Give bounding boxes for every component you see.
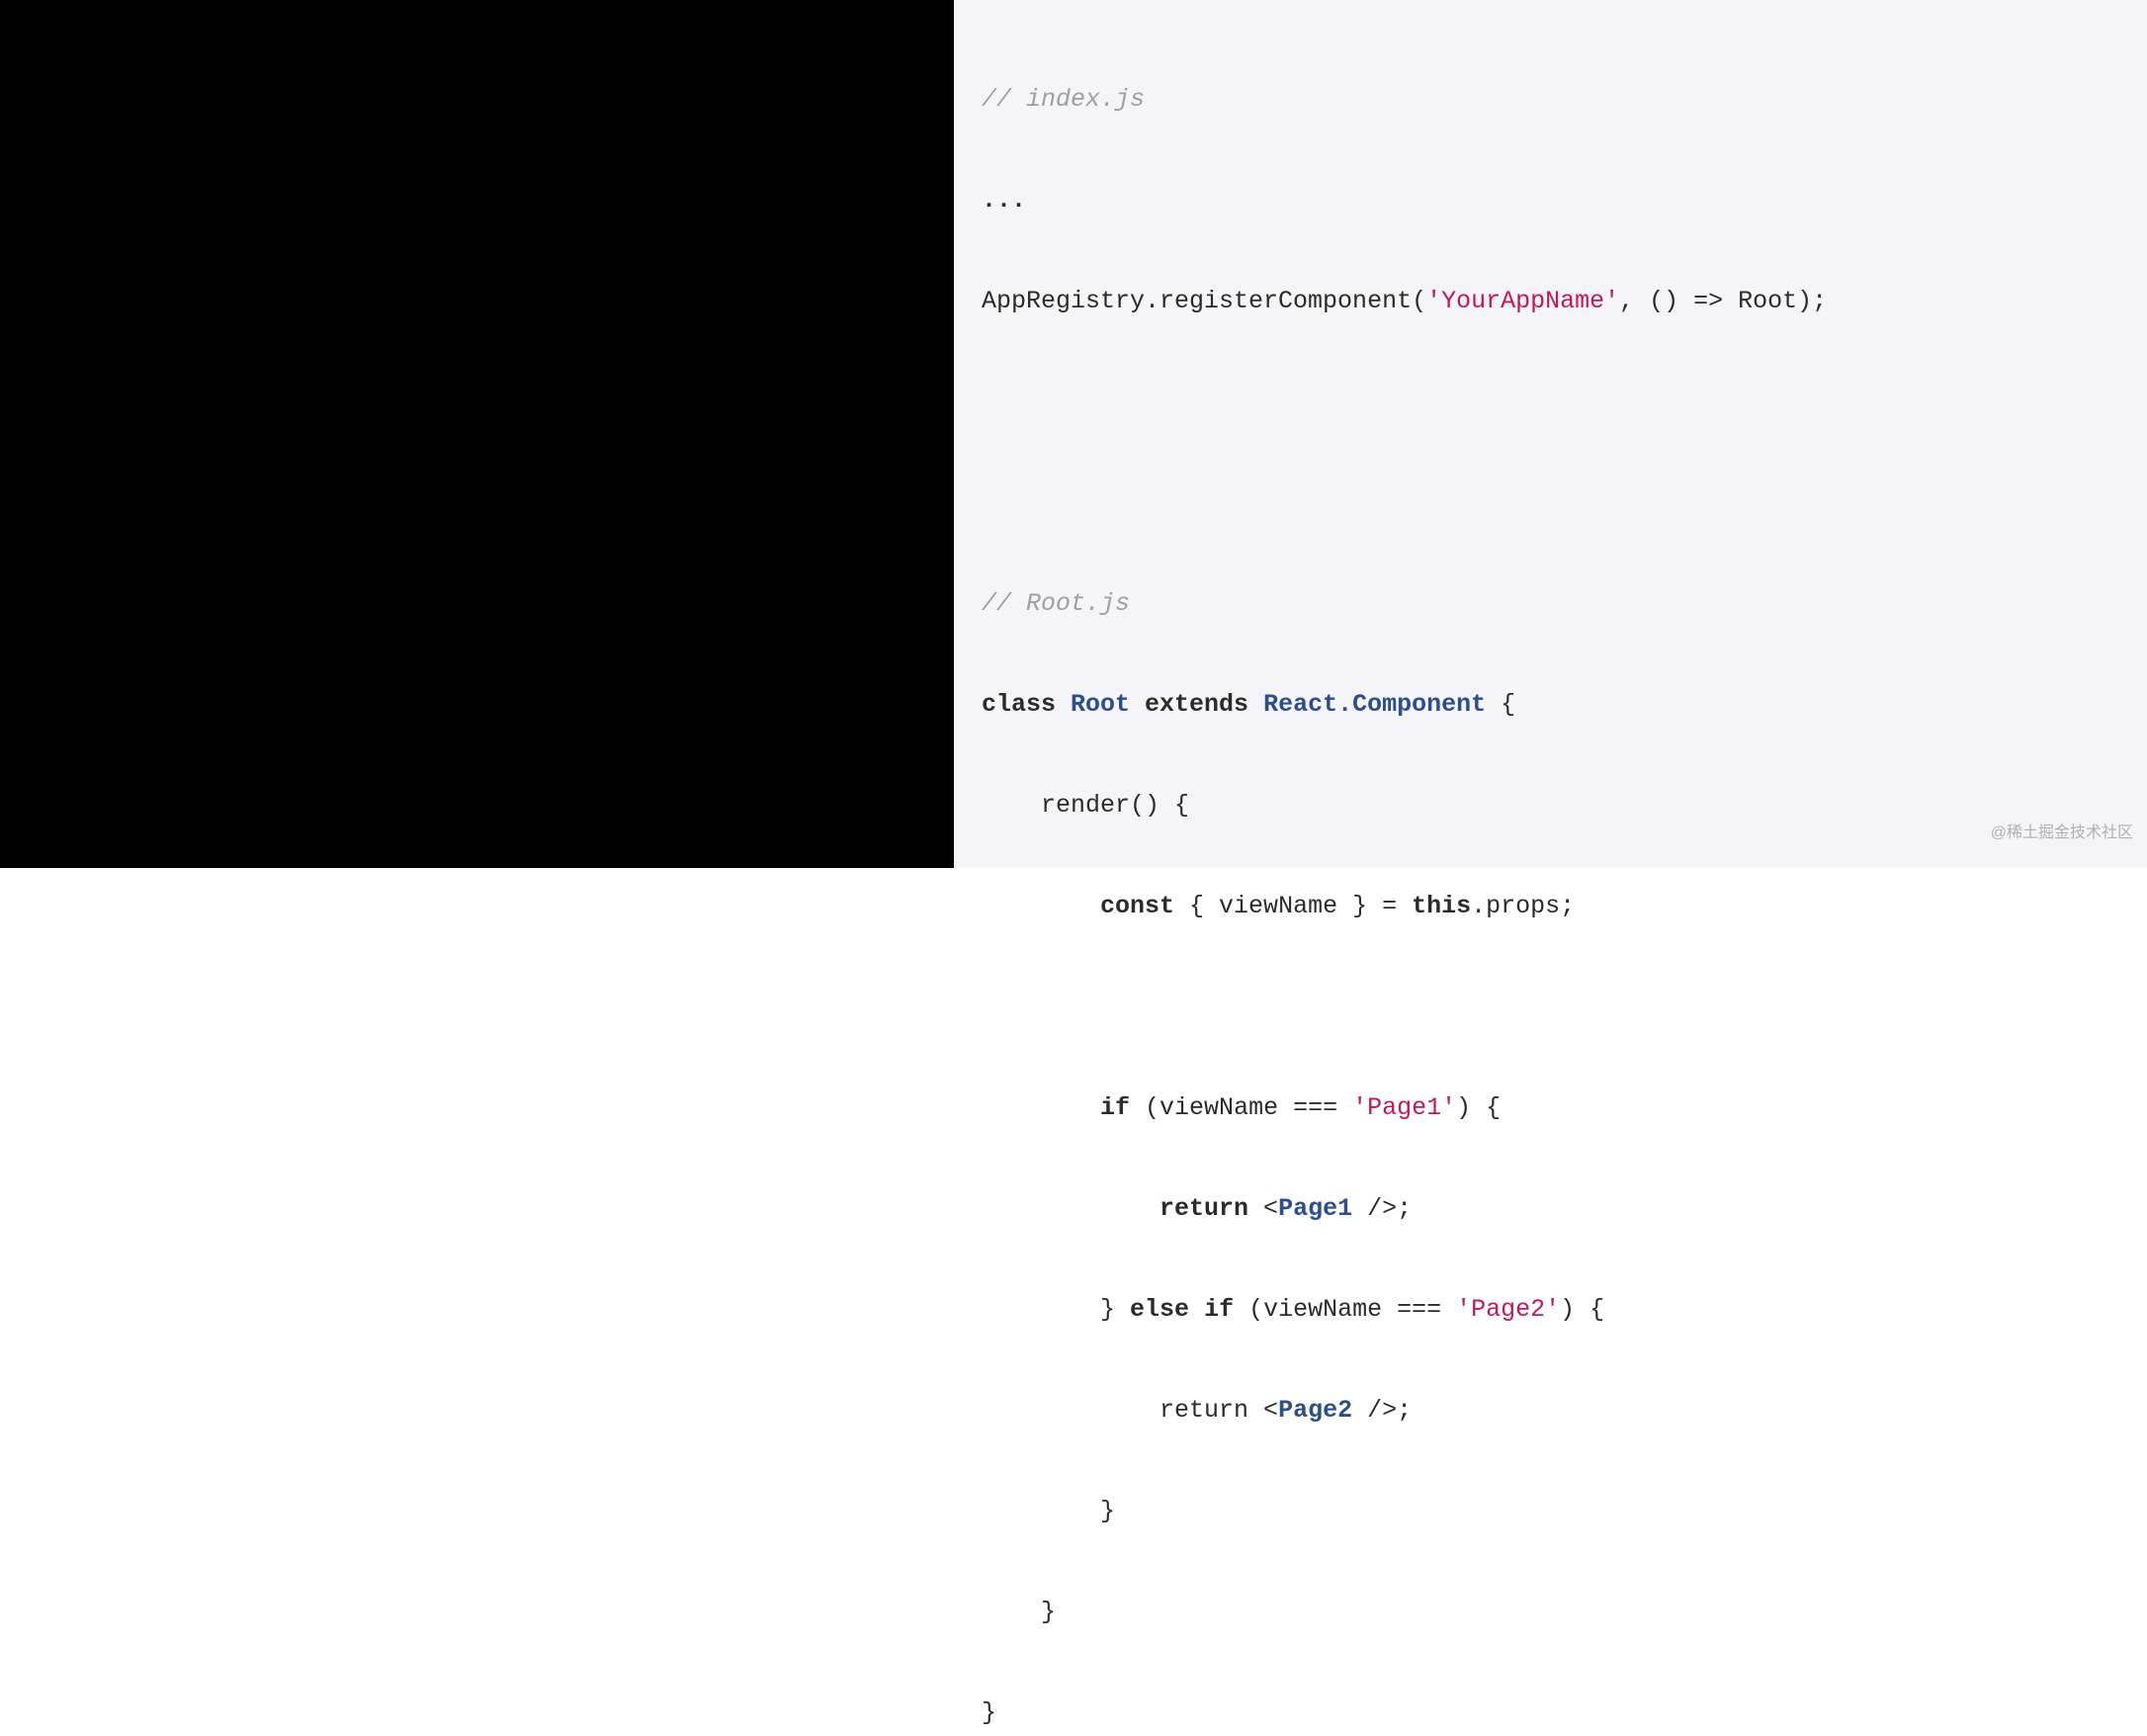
if-cond-a: (viewName === xyxy=(1130,1093,1352,1122)
indent2 xyxy=(982,1093,1100,1122)
kw-else: else xyxy=(1130,1295,1189,1324)
code-panel: // index.js ... AppRegistry.registerComp… xyxy=(954,0,2147,868)
left-panel xyxy=(0,0,954,868)
close-class: } xyxy=(982,1698,996,1727)
return2-b: />; xyxy=(1352,1396,1412,1425)
elseif-cond-b: ) { xyxy=(1560,1295,1604,1324)
elseif-sp xyxy=(1189,1295,1204,1324)
kw-return: return xyxy=(1159,1194,1248,1223)
kw-this: this xyxy=(1412,892,1471,920)
watermark: @稀土掘金技术社区 xyxy=(1991,808,2133,858)
if-cond-b: ) { xyxy=(1456,1093,1501,1122)
page1-open: < xyxy=(1248,1194,1278,1223)
page1-close: /> xyxy=(1352,1194,1397,1223)
kw-if: if xyxy=(1100,1093,1130,1122)
kw-if2: if xyxy=(1204,1295,1234,1324)
page1-str: 'Page1' xyxy=(1352,1093,1456,1122)
line3-a: AppRegistry.registerComponent( xyxy=(982,287,1426,315)
comment-root: // Root.js xyxy=(982,589,1130,618)
close-render: } xyxy=(982,1598,1056,1626)
kw-extends: extends xyxy=(1145,690,1248,719)
code-block: // index.js ... AppRegistry.registerComp… xyxy=(982,74,2119,1736)
page2-tag: Page2 xyxy=(1278,1396,1352,1425)
page2-str: 'Page2' xyxy=(1456,1295,1560,1324)
return2-a: return < xyxy=(982,1396,1278,1425)
openbrace: { xyxy=(1501,690,1515,719)
props-text: .props; xyxy=(1471,892,1575,920)
destruct-a: { viewName } = xyxy=(1174,892,1412,920)
close-inner: } xyxy=(982,1497,1115,1525)
indent xyxy=(982,892,1100,920)
page1-tag: Page1 xyxy=(1278,1194,1352,1223)
kw-const: const xyxy=(1100,892,1174,920)
elseif-cond-a: (viewName === xyxy=(1234,1295,1456,1324)
line3-str: 'YourAppName' xyxy=(1426,287,1619,315)
render-line: render() { xyxy=(982,791,1189,820)
else-a: } xyxy=(982,1295,1130,1324)
kw-class: class xyxy=(982,690,1056,719)
ellipsis: ... xyxy=(982,186,1026,215)
indent3 xyxy=(982,1194,1159,1223)
semicolon1: ; xyxy=(1397,1194,1412,1223)
line3-b: , () => Root); xyxy=(1619,287,1827,315)
react-component: React.Component xyxy=(1248,690,1501,719)
comment-index: // index.js xyxy=(982,85,1145,114)
classname-root: Root xyxy=(1056,690,1145,719)
